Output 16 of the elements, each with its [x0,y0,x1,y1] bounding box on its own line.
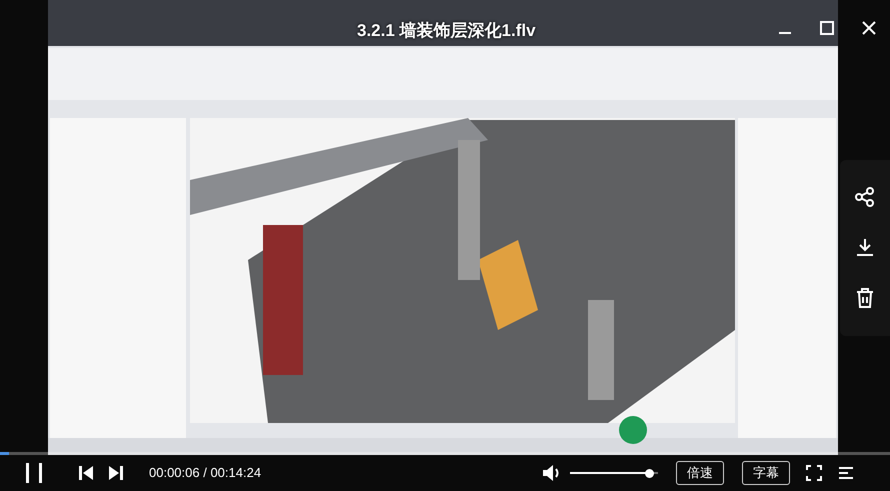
delete-icon[interactable] [855,287,875,309]
playlist-icon[interactable] [838,466,854,480]
fullscreen-icon[interactable] [806,465,822,481]
download-icon[interactable] [855,237,875,257]
pause-icon[interactable] [24,462,44,484]
option-button[interactable]: 字幕 [742,461,790,485]
next-icon[interactable] [108,465,124,481]
video-title: 3.2.1 墙装饰层深化1.flv [357,20,536,42]
option-button[interactable]: 倍速 [676,461,724,485]
volume-thumb[interactable] [645,468,654,478]
playback-time: 00:00:06 / 00:14:24 [149,464,262,482]
previous-icon[interactable] [78,465,94,481]
share-icon[interactable] [855,187,875,207]
close-icon[interactable] [862,21,876,35]
maximize-icon[interactable] [820,21,834,35]
progress-track[interactable] [0,452,890,455]
